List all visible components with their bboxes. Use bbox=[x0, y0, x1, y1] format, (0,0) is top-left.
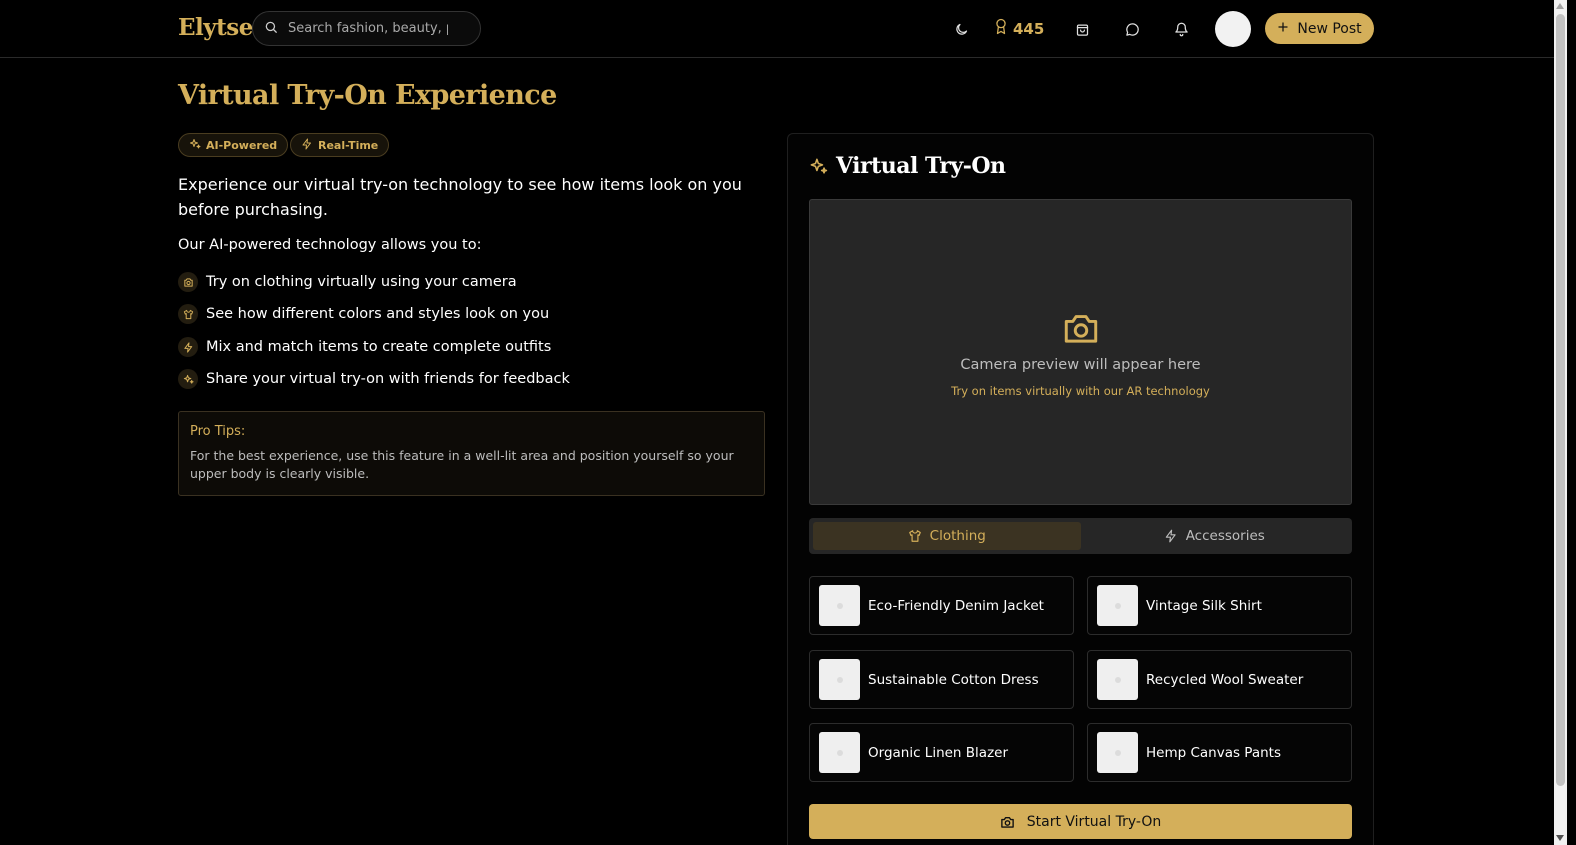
feature-text: Share your virtual try-on with friends f… bbox=[206, 371, 570, 387]
item-card[interactable]: Hemp Canvas Pants bbox=[1087, 723, 1352, 782]
search-icon bbox=[264, 19, 278, 38]
shopping-bag-icon[interactable] bbox=[1072, 19, 1092, 39]
tab-clothing[interactable]: Clothing bbox=[813, 522, 1081, 550]
features-heading: Our AI-powered technology allows you to: bbox=[178, 237, 482, 253]
points-value: 445 bbox=[1013, 19, 1045, 38]
shirt-icon bbox=[178, 304, 198, 324]
feature-item: Share your virtual try-on with friends f… bbox=[178, 369, 570, 389]
feature-text: See how different colors and styles look… bbox=[206, 306, 550, 322]
item-thumbnail bbox=[1097, 732, 1138, 773]
badge-real-time: Real-Time bbox=[290, 133, 390, 157]
item-name: Organic Linen Blazer bbox=[868, 744, 1009, 761]
camera-preview: Camera preview will appear here Try on i… bbox=[809, 199, 1352, 505]
item-name: Eco-Friendly Denim Jacket bbox=[868, 597, 1044, 614]
lightning-icon bbox=[1164, 529, 1178, 543]
scroll-up-arrow-icon[interactable] bbox=[1556, 3, 1564, 9]
camera-subtext: Try on items virtually with our AR techn… bbox=[951, 384, 1210, 398]
item-card[interactable]: Organic Linen Blazer bbox=[809, 723, 1074, 782]
camera-icon bbox=[1060, 310, 1102, 350]
item-card[interactable]: Eco-Friendly Denim Jacket bbox=[809, 576, 1074, 635]
item-name: Sustainable Cotton Dress bbox=[868, 671, 1039, 688]
item-thumbnail bbox=[1097, 659, 1138, 700]
feature-item: Mix and match items to create complete o… bbox=[178, 337, 551, 357]
item-card[interactable]: Sustainable Cotton Dress bbox=[809, 650, 1074, 709]
bell-icon[interactable] bbox=[1171, 19, 1191, 39]
panel-title: Virtual Try-On bbox=[836, 153, 1006, 179]
feature-item: Try on clothing virtually using your cam… bbox=[178, 272, 517, 292]
camera-icon bbox=[178, 272, 198, 292]
camera-icon bbox=[1000, 815, 1015, 829]
points-counter[interactable]: 445 bbox=[994, 18, 1044, 39]
search-bar[interactable] bbox=[252, 11, 481, 46]
lightning-icon bbox=[178, 337, 198, 357]
item-card[interactable]: Recycled Wool Sweater bbox=[1087, 650, 1352, 709]
scroll-down-arrow-icon[interactable] bbox=[1556, 835, 1564, 841]
sparkles-icon bbox=[189, 138, 201, 153]
new-post-button[interactable]: New Post bbox=[1265, 13, 1374, 44]
search-input[interactable] bbox=[288, 21, 448, 36]
feature-item: See how different colors and styles look… bbox=[178, 304, 549, 324]
pro-tips-box: Pro Tips: For the best experience, use t… bbox=[178, 411, 765, 496]
top-navbar: Elytse 445 New Post bbox=[0, 0, 1554, 58]
badge-label: AI-Powered bbox=[206, 138, 278, 152]
item-thumbnail bbox=[819, 732, 860, 773]
badge-label: Real-Time bbox=[318, 138, 379, 152]
item-thumbnail bbox=[1097, 585, 1138, 626]
item-name: Hemp Canvas Pants bbox=[1146, 744, 1281, 761]
tab-label: Clothing bbox=[929, 528, 986, 544]
page-scrollbar[interactable] bbox=[1554, 0, 1567, 845]
avatar[interactable] bbox=[1215, 11, 1251, 47]
category-tabs: Clothing Accessories bbox=[809, 518, 1352, 554]
feature-text: Try on clothing virtually using your cam… bbox=[206, 274, 517, 290]
sparkles-icon bbox=[809, 157, 828, 176]
scrollbar-thumb[interactable] bbox=[1556, 14, 1565, 786]
intro-text: Experience our virtual try-on technology… bbox=[178, 175, 742, 219]
start-try-on-button[interactable]: Start Virtual Try-On bbox=[809, 804, 1352, 839]
lightning-icon bbox=[301, 138, 313, 153]
item-name: Vintage Silk Shirt bbox=[1146, 597, 1262, 614]
pro-tips-text: For the best experience, use this featur… bbox=[190, 448, 734, 481]
pro-tips-title: Pro Tips: bbox=[190, 424, 246, 439]
start-try-on-label: Start Virtual Try-On bbox=[1026, 813, 1162, 830]
item-card[interactable]: Vintage Silk Shirt bbox=[1087, 576, 1352, 635]
plus-icon bbox=[1277, 21, 1289, 37]
item-name: Recycled Wool Sweater bbox=[1146, 671, 1304, 688]
message-icon[interactable] bbox=[1122, 19, 1142, 39]
panel-header: Virtual Try-On bbox=[809, 153, 1006, 179]
camera-placeholder-text: Camera preview will appear here bbox=[960, 357, 1201, 373]
tab-label: Accessories bbox=[1185, 528, 1265, 544]
shirt-icon bbox=[908, 529, 922, 543]
sparkles-icon bbox=[178, 369, 198, 389]
logo[interactable]: Elytse bbox=[178, 14, 253, 41]
theme-toggle-moon-icon[interactable] bbox=[951, 19, 971, 39]
badge-ai-powered: AI-Powered bbox=[178, 133, 289, 157]
page-title: Virtual Try-On Experience bbox=[178, 80, 557, 111]
item-thumbnail bbox=[819, 659, 860, 700]
item-thumbnail bbox=[819, 585, 860, 626]
feature-text: Mix and match items to create complete o… bbox=[206, 339, 552, 355]
tab-accessories[interactable]: Accessories bbox=[1081, 522, 1349, 550]
new-post-label: New Post bbox=[1297, 20, 1362, 37]
award-icon bbox=[994, 18, 1008, 39]
